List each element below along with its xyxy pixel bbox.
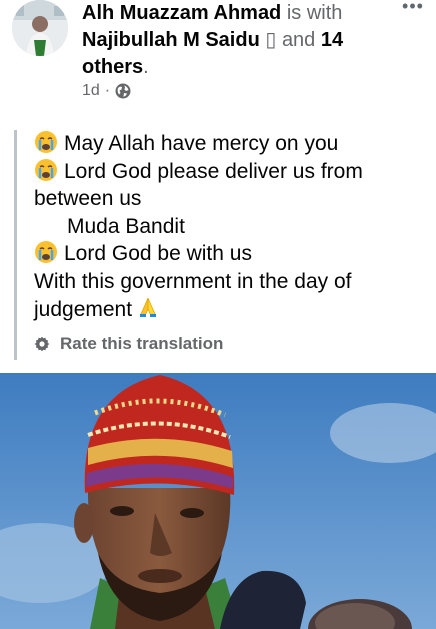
crying-face-icon	[34, 240, 58, 264]
gear-icon	[34, 336, 50, 352]
facebook-post: Alh Muazzam Ahmad is with Najibullah M S…	[0, 0, 436, 629]
post-line-text: judgement	[34, 298, 133, 321]
post-line-text: With this government in the day of	[34, 269, 352, 293]
with-text: is with	[286, 2, 343, 24]
rate-translation-label: Rate this translation	[60, 333, 224, 353]
post-line: With this government in the day of	[34, 268, 424, 296]
post-line: judgement	[34, 295, 424, 324]
post-line-text: Lord God please deliver us from	[64, 159, 363, 183]
tagged-person-link[interactable]: Najibullah M Saidu	[82, 29, 260, 51]
tagged-glyph: ▯	[265, 29, 277, 51]
and-text: and	[281, 29, 316, 51]
header-period: .	[143, 56, 149, 78]
meta-separator: ·	[104, 82, 111, 99]
post-time[interactable]: 1d	[82, 82, 100, 100]
post-line-text: Muda Bandit	[67, 214, 185, 238]
crying-face-icon	[34, 158, 58, 182]
crying-face-icon	[34, 130, 58, 154]
folded-hands-icon	[136, 295, 160, 319]
post-line-text: Lord God be with us	[64, 242, 252, 265]
post-line: between us	[34, 185, 424, 213]
author-name-link[interactable]: Alh Muazzam Ahmad	[82, 2, 281, 24]
globe-icon[interactable]	[115, 83, 131, 99]
post-line: Lord God be with us	[34, 240, 424, 268]
more-options-button[interactable]: •••	[398, 0, 428, 20]
post-line: Muda Bandit	[34, 213, 424, 241]
post-line-text: May Allah have mercy on you	[64, 132, 339, 155]
post-line-text: between us	[34, 187, 142, 210]
rate-translation-button[interactable]: Rate this translation	[34, 334, 424, 354]
translated-post-body: May Allah have mercy on you Lord God ple…	[14, 130, 424, 360]
post-meta: 1d ·	[82, 82, 131, 100]
post-photo[interactable]	[0, 373, 436, 629]
post-line: Lord God please deliver us from	[34, 158, 424, 186]
post-header-text: Alh Muazzam Ahmad is with Najibullah M S…	[82, 0, 382, 81]
author-avatar[interactable]	[12, 0, 68, 56]
post-line: May Allah have mercy on you	[34, 130, 424, 158]
